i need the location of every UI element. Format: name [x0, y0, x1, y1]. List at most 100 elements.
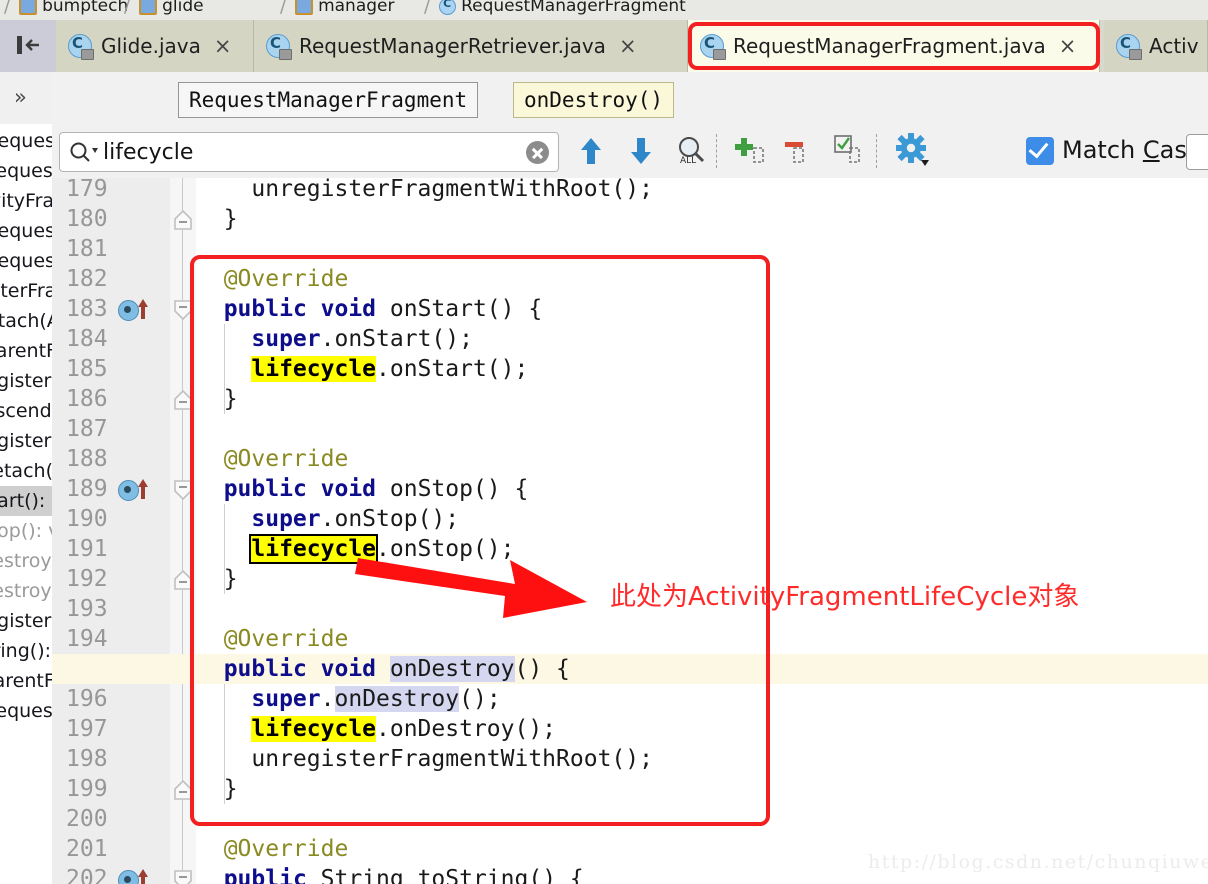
- code-line[interactable]: super.onDestroy();: [196, 684, 501, 714]
- add-selection-icon[interactable]: [730, 132, 768, 170]
- collapse-panel-icon[interactable]: [14, 34, 42, 56]
- editor-tab-glide[interactable]: Glide.java ×: [56, 20, 254, 72]
- editor-tab-requestmanagerretriever[interactable]: RequestManagerRetriever.java ×: [254, 20, 688, 72]
- structure-row[interactable]: toString(): RequestManagerFr: [0, 636, 52, 666]
- code-line[interactable]: }: [196, 384, 238, 414]
- code-folding-rail[interactable]: [170, 178, 197, 884]
- navbar-class-crumb[interactable]: RequestManagerFragment: [178, 82, 479, 118]
- fold-collapse-icon[interactable]: [173, 479, 193, 501]
- breadcrumb-item-manager[interactable]: / manager: [276, 0, 395, 20]
- structure-row[interactable]: getParentFragmentUsingHint: [0, 336, 52, 366]
- structure-row[interactable]: onDestroy(): void ↑Fragment: [0, 546, 52, 576]
- close-icon[interactable]: ×: [1059, 35, 1077, 57]
- code-line[interactable]: unregisterFragmentWithRoot();: [196, 178, 653, 204]
- structure-row[interactable]: isDescendant(FragmentTr: [0, 396, 52, 426]
- structure-row-label: toString(): RequestManagerFr: [0, 640, 52, 662]
- structure-row[interactable]: setRequestManager: [0, 156, 52, 186]
- structure-row[interactable]: onDetach(): void: [0, 456, 52, 486]
- code-line[interactable]: lifecycle.onStop();: [196, 534, 515, 564]
- code-line[interactable]: super.onStop();: [196, 504, 459, 534]
- code-token: onStart() {: [376, 296, 543, 322]
- arrow-down-icon[interactable]: [622, 132, 660, 170]
- arrow-up-icon[interactable]: [572, 132, 610, 170]
- line-number: 201: [66, 836, 108, 862]
- override-method-icon[interactable]: [136, 298, 150, 320]
- watermark: http://blog.csdn.net/chunqiuwei: [868, 851, 1208, 873]
- navbar-method-crumb[interactable]: onDestroy(): [513, 82, 675, 118]
- match-case-label-pre: Match: [1062, 136, 1143, 164]
- gear-icon[interactable]: [894, 132, 932, 170]
- fold-collapse-icon[interactable]: [173, 869, 193, 884]
- code-line[interactable]: @Override: [196, 444, 349, 474]
- line-number-gutter[interactable]: 179 180 181 182 183 184 185 186 187 188 189 190 191 1…: [52, 178, 196, 884]
- structure-row[interactable]: onStop(): void ↑Fragment: [0, 516, 52, 546]
- structure-row[interactable]: registerFragmentWithRoot(Request: [0, 276, 52, 306]
- match-case-checkbox[interactable]: [1026, 137, 1054, 165]
- structure-row[interactable]: onDestroy(): void ↑Fragment: [0, 576, 52, 606]
- annotation-note: 此处为ActivityFragmentLifeCycle对象: [610, 582, 1080, 612]
- fold-end-icon[interactable]: [173, 779, 193, 801]
- breadcrumb-item-requestmanagerfragment[interactable]: / RequestManagerFragment: [420, 0, 686, 20]
- find-all-icon[interactable]: ALL: [672, 132, 710, 170]
- structure-row[interactable]: onAttach(Activity): Activity: [0, 306, 52, 336]
- search-input-value[interactable]: lifecycle: [103, 140, 193, 165]
- code-line[interactable]: }: [196, 564, 238, 594]
- code-token: @Override: [196, 446, 349, 472]
- code-token: .: [320, 686, 335, 712]
- structure-row[interactable]: setParentFragmentHint: [0, 666, 52, 696]
- search-input[interactable]: lifecycle: [59, 132, 559, 172]
- code-line[interactable]: public String toString() {: [196, 864, 584, 884]
- fold-collapse-icon[interactable]: [173, 299, 193, 321]
- structure-panel[interactable]: getRequestManager setRequestManager Activi…: [0, 72, 53, 884]
- editor-tab-activ[interactable]: Activ: [1104, 20, 1208, 72]
- code-line[interactable]: }: [196, 204, 238, 234]
- code-line[interactable]: public void onStart() {: [196, 294, 543, 324]
- code-line[interactable]: public void onDestroy() {: [196, 654, 570, 684]
- match-case-label[interactable]: Match Case: [1062, 136, 1202, 164]
- code-content[interactable]: unregisterFragmentWithRoot(); } @Overrid…: [52, 178, 1208, 884]
- code-editor[interactable]: 179 180 181 182 183 184 185 186 187 188 189 190 191 1…: [52, 178, 1208, 884]
- code-line[interactable]: }: [196, 774, 238, 804]
- structure-row[interactable]: ActivityFragmentLifecycle: [0, 186, 52, 216]
- code-token: lifecycle: [251, 356, 377, 382]
- breadcrumb[interactable]: /bumptech/glide/manager/RequestManagerFr…: [0, 0, 1208, 21]
- close-icon[interactable]: ×: [214, 35, 232, 57]
- structure-row[interactable]: getRequestManagerTreeNode: [0, 246, 52, 276]
- line-number: 179: [66, 178, 108, 202]
- override-method-icon[interactable]: [136, 868, 150, 884]
- regex-checkbox[interactable]: [1186, 134, 1208, 170]
- fold-end-icon[interactable]: [173, 209, 193, 231]
- code-token: }: [196, 566, 238, 592]
- code-line[interactable]: super.onStart();: [196, 324, 473, 354]
- structure-row[interactable]: onStart(): void ↑Fragment: [0, 486, 52, 516]
- structure-row[interactable]: unregisterFragmentWithRoot: [0, 606, 52, 636]
- breadcrumb-item-glide[interactable]: / glide: [120, 0, 204, 20]
- override-method-icon[interactable]: [136, 478, 150, 500]
- code-line[interactable]: @Override: [196, 264, 349, 294]
- code-line[interactable]: lifecycle.onDestroy();: [196, 714, 556, 744]
- fold-end-icon[interactable]: [173, 389, 193, 411]
- line-number: 192: [66, 566, 108, 592]
- remove-selection-icon[interactable]: [780, 132, 818, 170]
- breadcrumb-item-bumptech[interactable]: / bumptech: [0, 0, 128, 20]
- structure-row-label: onStop(): void ↑Fragment: [0, 520, 52, 542]
- editor-tab-requestmanagerfragment[interactable]: RequestManagerFragment.java ×: [688, 20, 1100, 72]
- structure-row[interactable]: unregisterFragmentWithRoot(): void: [0, 366, 52, 396]
- structure-row[interactable]: setRequestManager(Re: [0, 696, 52, 726]
- code-line[interactable]: public void onStop() {: [196, 474, 529, 504]
- code-line[interactable]: @Override: [196, 624, 349, 654]
- structure-panel-expand-button[interactable]: »: [0, 72, 53, 124]
- structure-row-label: onDestroy(): void ↑Fragment: [0, 580, 52, 602]
- fold-end-icon[interactable]: [173, 569, 193, 591]
- code-line[interactable]: unregisterFragmentWithRoot();: [196, 744, 653, 774]
- close-icon[interactable]: ×: [619, 35, 637, 57]
- code-line[interactable]: @Override: [196, 834, 349, 864]
- select-all-occurrences-icon[interactable]: [830, 132, 868, 170]
- search-icon[interactable]: [69, 140, 99, 164]
- structure-row[interactable]: unregisterFragmentWithRoot(): void: [0, 426, 52, 456]
- structure-row[interactable]: getRequestManagerFragment: [0, 216, 52, 246]
- structure-row[interactable]: getRequestManager: [0, 126, 52, 156]
- clear-icon[interactable]: [526, 141, 549, 164]
- code-line[interactable]: lifecycle.onStart();: [196, 354, 528, 384]
- code-token: @Override: [196, 626, 349, 652]
